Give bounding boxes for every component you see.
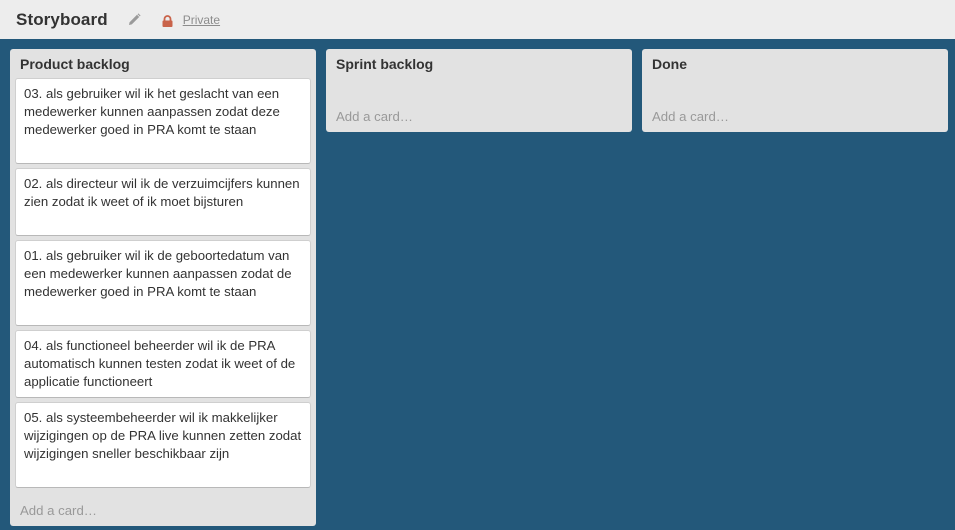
card[interactable]: 03. als gebruiker wil ik het geslacht va… xyxy=(15,78,311,164)
card-text: 04. als functioneel beheerder wil ik de … xyxy=(24,338,296,389)
card[interactable]: 05. als systeembeheerder wil ik makkelij… xyxy=(15,402,311,488)
list-sprint-backlog: Sprint backlog Add a card… xyxy=(326,49,632,132)
add-card-link[interactable]: Add a card… xyxy=(20,503,97,518)
card-text: 05. als systeembeheerder wil ik makkelij… xyxy=(24,410,302,461)
card-text: 01. als gebruiker wil ik de geboortedatu… xyxy=(24,248,292,299)
card-text: 02. als directeur wil ik de verzuimcijfe… xyxy=(24,176,300,209)
board-header: Storyboard Private xyxy=(0,0,955,39)
card[interactable]: 02. als directeur wil ik de verzuimcijfe… xyxy=(15,168,311,236)
list-title[interactable]: Done xyxy=(642,49,948,78)
list-product-backlog: Product backlog 03. als gebruiker wil ik… xyxy=(10,49,316,526)
lock-icon xyxy=(162,13,174,27)
privacy-link[interactable]: Private xyxy=(183,13,220,27)
list-title[interactable]: Product backlog xyxy=(10,49,316,78)
board-title[interactable]: Storyboard xyxy=(16,10,108,30)
add-card-link[interactable]: Add a card… xyxy=(336,109,413,124)
add-card-link[interactable]: Add a card… xyxy=(652,109,729,124)
card[interactable]: 04. als functioneel beheerder wil ik de … xyxy=(15,330,311,398)
card-text: 03. als gebruiker wil ik het geslacht va… xyxy=(24,86,280,137)
list-title[interactable]: Sprint backlog xyxy=(326,49,632,78)
list-done: Done Add a card… xyxy=(642,49,948,132)
card[interactable]: 01. als gebruiker wil ik de geboortedatu… xyxy=(15,240,311,326)
pencil-icon[interactable] xyxy=(128,13,142,27)
